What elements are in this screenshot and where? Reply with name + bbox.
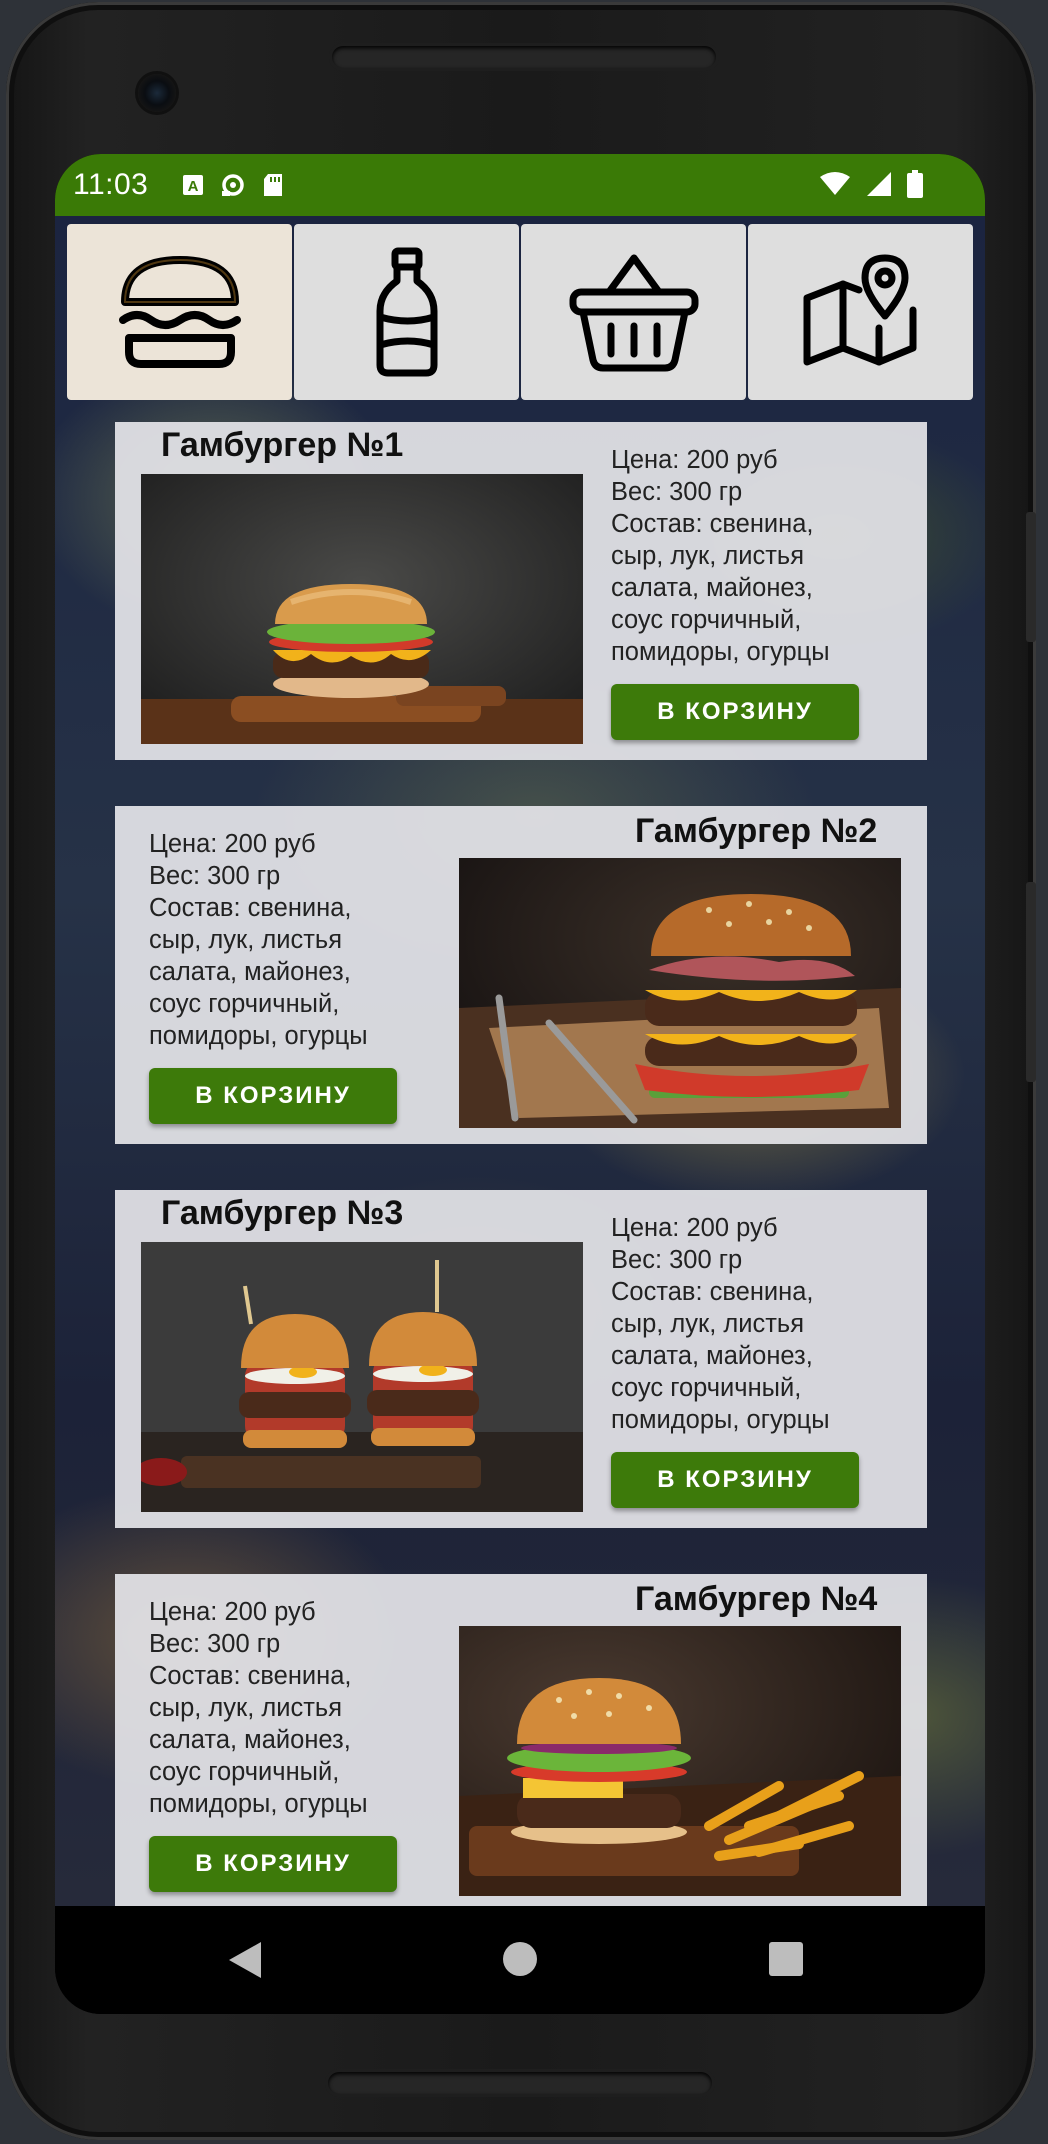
product-image[interactable] [141,1242,583,1512]
product-price: Цена: 200 руб [149,830,316,858]
burger-icon [118,256,241,368]
battery-icon [907,170,923,198]
product-info: Цена: 200 руб Вес: 300 гр Состав: свенин… [149,828,419,1052]
volume-button [1026,882,1036,1082]
add-to-cart-button[interactable]: В КОРЗИНУ [611,684,859,740]
add-to-cart-button[interactable]: В КОРЗИНУ [149,1836,397,1892]
status-right-icons [819,170,923,198]
product-image[interactable] [141,474,583,744]
product-title: Гамбургер №4 [635,1580,878,1618]
status-bar: 11:03 A [55,154,985,216]
product-weight: Вес: 300 гр [611,478,743,506]
tab-burgers[interactable] [67,224,292,400]
burger-photo [459,1626,901,1896]
product-composition-line: помидоры, огурцы [149,1790,368,1818]
product-composition-line: Состав: свенина, [611,510,814,538]
product-composition-line: салата, майонез, [149,1726,351,1754]
product-composition-line: Состав: свенина, [611,1278,814,1306]
product-composition-line: соус горчичный, [149,990,340,1018]
product-info: Цена: 200 руб Вес: 300 гр Состав: свенин… [611,1212,881,1436]
add-to-cart-button[interactable]: В КОРЗИНУ [149,1068,397,1124]
signal-icon [867,172,891,196]
product-info: Цена: 200 руб Вес: 300 гр Состав: свенин… [611,444,881,668]
product-composition-line: соус горчичный, [611,606,802,634]
burger-photo [459,858,901,1128]
bottom-speaker [328,2072,712,2094]
product-title: Гамбургер №1 [161,426,404,464]
back-icon[interactable] [227,1940,263,1980]
map-pin-icon [803,254,916,366]
product-composition-line: сыр, лук, листья [149,1694,343,1722]
status-left-icons: A [181,172,285,198]
recents-icon[interactable] [769,1942,803,1976]
category-tabs [67,224,973,400]
product-title: Гамбургер №2 [635,812,878,850]
svg-text:A: A [188,178,199,195]
product-title: Гамбургер №3 [161,1194,404,1232]
earpiece-speaker [332,46,716,68]
product-composition-line: сыр, лук, листья [611,542,805,570]
product-composition-line: помидоры, огурцы [149,1022,368,1050]
product-image[interactable] [459,1626,901,1896]
home-icon[interactable] [503,1942,537,1976]
basket-icon [569,254,698,372]
product-card: Гамбургер №3 Цена: 200 руб Вес: 300 гр С… [115,1190,927,1528]
product-composition-line: помидоры, огурцы [611,1406,830,1434]
product-composition-line: салата, майонез, [611,574,813,602]
product-composition-line: соус горчичный, [149,1758,340,1786]
sd-card-icon [264,174,282,196]
product-composition-line: Состав: свенина, [149,1662,352,1690]
wifi-icon [820,172,850,195]
product-composition-line: сыр, лук, листья [611,1310,805,1338]
navigation-bar [55,1906,985,2014]
product-composition-line: Состав: свенина, [149,894,352,922]
add-to-cart-button[interactable]: В КОРЗИНУ [611,1452,859,1508]
content-area[interactable]: Гамбургер №1 Цена: 200 руб Вес: 300 гр С… [55,216,985,1906]
product-image[interactable] [459,858,901,1128]
bottle-icon [376,247,437,377]
product-composition-line: салата, майонез, [611,1342,813,1370]
power-button [1026,512,1036,642]
tab-cart[interactable] [521,224,746,400]
screen: 11:03 A Гамбургер №1 Цена: 200 руб Вес: … [55,154,985,2014]
burger-photo [141,1242,583,1512]
product-card: Гамбургер №4 Цена: 200 руб Вес: 300 гр С… [115,1574,927,1906]
product-price: Цена: 200 руб [611,446,778,474]
product-price: Цена: 200 руб [149,1598,316,1626]
product-card: Гамбургер №2 Цена: 200 руб Вес: 300 гр С… [115,806,927,1144]
product-composition-line: соус горчичный, [611,1374,802,1402]
product-info: Цена: 200 руб Вес: 300 гр Состав: свенин… [149,1596,419,1820]
front-camera [138,74,176,112]
product-weight: Вес: 300 гр [149,1630,281,1658]
sync-icon [222,174,244,196]
product-card: Гамбургер №1 Цена: 200 руб Вес: 300 гр С… [115,422,927,760]
phone-frame: 11:03 A Гамбургер №1 Цена: 200 руб Вес: … [6,2,1036,2140]
status-time: 11:03 [73,168,149,201]
tab-map[interactable] [748,224,973,400]
burger-photo [141,474,583,744]
product-composition-line: сыр, лук, листья [149,926,343,954]
tab-drinks[interactable] [294,224,519,400]
product-price: Цена: 200 руб [611,1214,778,1242]
accessibility-icon: A [183,175,203,195]
product-composition-line: помидоры, огурцы [611,638,830,666]
product-composition-line: салата, майонез, [149,958,351,986]
product-weight: Вес: 300 гр [611,1246,743,1274]
product-weight: Вес: 300 гр [149,862,281,890]
